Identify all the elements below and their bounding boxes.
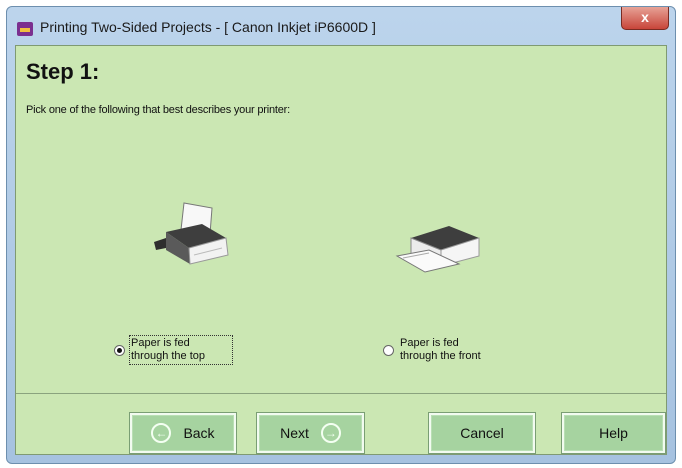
title-bar[interactable]: Printing Two-Sided Projects - [ Canon In… [7, 7, 675, 45]
label-line: Paper is fed [400, 337, 459, 349]
back-button[interactable]: ← Back [130, 413, 236, 453]
label-line: Paper is fed [131, 337, 190, 349]
front-feed-printer-icon[interactable] [389, 220, 489, 280]
wizard-content: Step 1: Pick one of the following that b… [15, 45, 667, 455]
label-line: through the top [131, 350, 206, 362]
help-button[interactable]: Help [562, 413, 665, 453]
help-button-label: Help [599, 425, 628, 441]
option-top-feed[interactable]: Paper is fed through the top [114, 335, 233, 365]
divider [16, 393, 666, 394]
label-line: through the front [400, 350, 481, 362]
radio-front-feed[interactable] [383, 345, 394, 356]
radio-label-top-feed[interactable]: Paper is fed through the top [129, 335, 233, 365]
back-button-label: Back [183, 425, 215, 441]
close-icon: x [641, 9, 649, 25]
top-feed-printer-icon[interactable] [144, 200, 234, 272]
next-arrow-icon: → [320, 423, 341, 443]
next-button-label: Next [280, 425, 309, 441]
radio-top-feed[interactable] [114, 345, 125, 356]
cancel-button-label: Cancel [460, 425, 504, 441]
option-front-feed[interactable]: Paper is fed through the front [383, 337, 500, 363]
radio-label-front-feed[interactable]: Paper is fed through the front [400, 337, 500, 363]
window-title: Printing Two-Sided Projects - [ Canon In… [40, 19, 376, 35]
step-title: Step 1: [26, 59, 100, 84]
app-icon [17, 22, 33, 36]
cancel-button[interactable]: Cancel [429, 413, 535, 453]
dialog-window: Printing Two-Sided Projects - [ Canon In… [6, 6, 676, 464]
close-button[interactable]: x [621, 7, 669, 30]
back-arrow-icon: ← [151, 423, 172, 443]
instruction-text: Pick one of the following that best desc… [26, 104, 290, 116]
next-button[interactable]: Next → [257, 413, 364, 453]
